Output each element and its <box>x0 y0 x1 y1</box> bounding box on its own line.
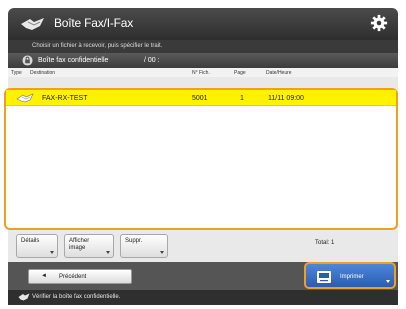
details-button[interactable]: Détails <box>16 234 58 258</box>
previous-label: Précédent <box>59 274 87 280</box>
status-message: Vérifier la boîte fax confidentielle. <box>32 294 121 300</box>
delete-label: Suppr. <box>125 238 143 244</box>
list-header: Type Destination N° Fich. Page Date/Heur… <box>8 68 398 77</box>
fax-document-icon <box>16 93 36 105</box>
details-label: Détails <box>21 238 40 244</box>
chevron-down-icon <box>50 251 54 254</box>
previous-button[interactable]: ◄ Précédent <box>28 269 132 284</box>
column-header-number: N° Fich. <box>192 70 210 76</box>
chevron-down-icon <box>160 251 164 254</box>
show-image-label-2: image <box>69 245 86 251</box>
row-pages: 1 <box>240 95 244 102</box>
show-image-label-1: Afficher <box>69 238 90 244</box>
table-row[interactable]: FAX-RX-TEST 5001 1 11/11 09:00 <box>6 90 396 106</box>
lock-box-icon <box>22 55 33 68</box>
fax-icon <box>18 293 30 303</box>
delete-button[interactable]: Suppr. <box>120 234 168 258</box>
back-arrow-icon: ◄ <box>41 273 47 279</box>
action-bar: Détails Afficher image Suppr. Total: 1 <box>8 234 398 260</box>
chevron-down-icon <box>386 280 390 283</box>
column-header-destination: Destination <box>30 70 56 76</box>
column-header-pages: Page <box>234 70 246 76</box>
navigation-bar: ◄ Précédent Imprimer <box>8 262 398 290</box>
chevron-down-icon <box>106 251 110 254</box>
print-icon <box>316 270 332 286</box>
status-bar: Vérifier la boîte fax confidentielle. <box>8 290 398 305</box>
title-bar: Boîte Fax/I-Fax <box>8 8 398 40</box>
box-number: / 00 : <box>144 57 160 64</box>
row-datetime: 11/11 09:00 <box>268 95 304 102</box>
row-destination: FAX-RX-TEST <box>42 95 88 102</box>
box-name: Boîte fax confidentielle <box>38 57 109 64</box>
total-count: Total: 1 <box>315 240 335 246</box>
box-selector[interactable]: Boîte fax confidentielle / 00 : <box>8 53 398 68</box>
show-image-button[interactable]: Afficher image <box>64 234 114 258</box>
fax-icon <box>20 16 46 37</box>
print-button[interactable]: Imprimer <box>304 262 396 289</box>
instruction-text: Choisir un fichier à recevoir, puis spéc… <box>8 40 398 53</box>
column-header-type: Type <box>11 70 22 76</box>
print-label: Imprimer <box>340 274 364 280</box>
file-list[interactable]: FAX-RX-TEST 5001 1 11/11 09:00 <box>4 88 398 230</box>
gear-icon[interactable] <box>370 14 388 37</box>
row-number: 5001 <box>192 95 208 102</box>
page-title: Boîte Fax/I-Fax <box>54 16 134 30</box>
column-header-datetime: Date/Heure <box>266 70 292 76</box>
